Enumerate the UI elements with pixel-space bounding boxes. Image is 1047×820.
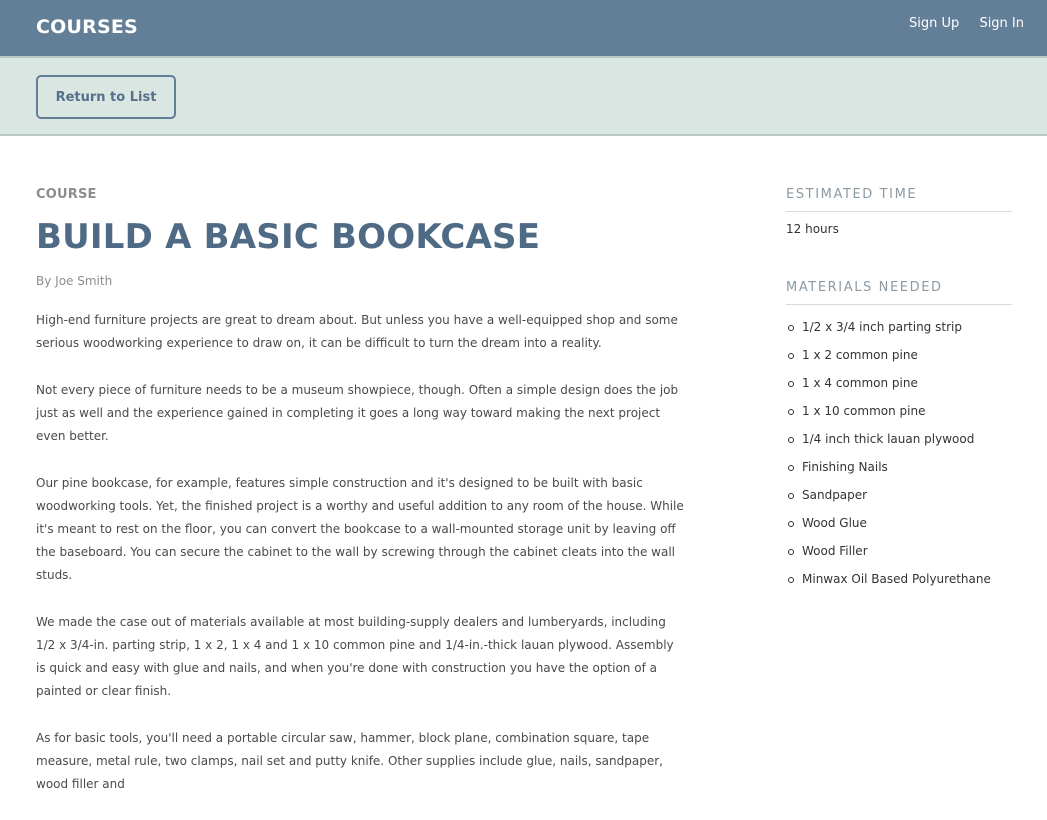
description-paragraph: Not every piece of furniture needs to be… [36, 383, 679, 443]
description-paragraph: As for basic tools, you'll need a portab… [36, 731, 663, 791]
sign-in-link[interactable]: Sign In [979, 16, 1024, 31]
top-nav: Sign Up Sign In [893, 16, 1024, 31]
materials-list: 1/2 x 3/4 inch parting strip 1 x 2 commo… [786, 313, 1012, 593]
material-item: 1/2 x 3/4 inch parting strip [786, 313, 1012, 341]
course-content: COURSE BUILD A BASIC BOOKCASE By Joe Smi… [36, 186, 686, 820]
action-bar: Return to List [0, 56, 1047, 136]
description-paragraph: High-end furniture projects are great to… [36, 313, 678, 350]
material-item: Sandpaper [786, 481, 1012, 509]
material-item: 1 x 4 common pine [786, 369, 1012, 397]
return-to-list-button[interactable]: Return to List [36, 75, 176, 119]
description-paragraph: Our pine bookcase, for example, features… [36, 476, 684, 582]
material-item: Finishing Nails [786, 453, 1012, 481]
description-paragraph: We made the case out of materials availa… [36, 615, 674, 698]
material-item: 1 x 10 common pine [786, 397, 1012, 425]
material-item: 1/4 inch thick lauan plywood [786, 425, 1012, 453]
sign-up-link[interactable]: Sign Up [909, 16, 959, 31]
material-item: Wood Filler [786, 537, 1012, 565]
author-byline: By Joe Smith [36, 274, 113, 288]
course-description: High-end furniture projects are great to… [36, 309, 686, 796]
brand-logo[interactable]: COURSES [36, 16, 138, 38]
page-title: BUILD A BASIC BOOKCASE [36, 217, 541, 257]
material-item: Wood Glue [786, 509, 1012, 537]
course-sidebar: ESTIMATED TIME 12 hours MATERIALS NEEDED… [786, 186, 1012, 593]
estimated-time-value: 12 hours [786, 222, 839, 236]
material-item: 1 x 2 common pine [786, 341, 1012, 369]
materials-heading: MATERIALS NEEDED [786, 279, 1012, 305]
estimated-time-heading: ESTIMATED TIME [786, 186, 1012, 212]
section-label: COURSE [36, 187, 97, 202]
top-header: COURSES Sign Up Sign In [0, 0, 1047, 56]
material-item: Minwax Oil Based Polyurethane [786, 565, 1012, 593]
